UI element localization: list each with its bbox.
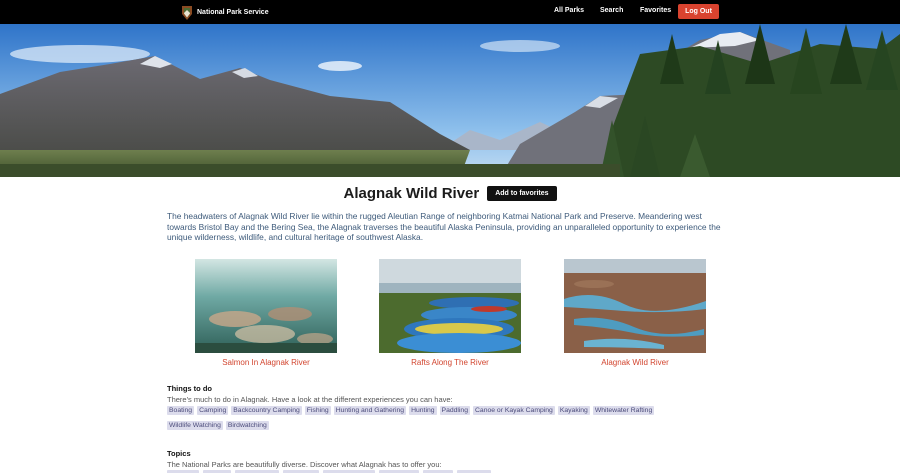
gallery-caption-river[interactable]: Alagnak Wild River	[564, 358, 706, 367]
tag-birdwatching[interactable]: Birdwatching	[225, 421, 269, 430]
page-title: Alagnak Wild River	[343, 184, 480, 202]
tag-wildlife-watching[interactable]: Wildlife Watching	[167, 421, 223, 430]
river-aerial-photo[interactable]	[564, 259, 706, 353]
gallery-item-rafts: Rafts Along The River	[379, 259, 521, 367]
mountain-landscape-image	[0, 24, 900, 177]
gallery-caption-rafts[interactable]: Rafts Along The River	[379, 358, 521, 367]
topics-subtitle: The National Parks are beautifully diver…	[167, 460, 442, 469]
gallery-caption-salmon[interactable]: Salmon In Alagnak River	[195, 358, 337, 367]
gallery-item-river: Alagnak Wild River	[564, 259, 706, 367]
brand-name: National Park Service	[197, 8, 269, 16]
tag-hunting-and-gathering[interactable]: Hunting and Gathering	[333, 406, 407, 415]
nps-arrowhead-icon	[182, 5, 192, 20]
tag-paddling[interactable]: Paddling	[439, 406, 470, 415]
things-to-do-subtitle: There's much to do in Alagnak. Have a lo…	[167, 395, 453, 404]
brand[interactable]: National Park Service	[181, 4, 269, 20]
tag-boating[interactable]: Boating	[167, 406, 195, 415]
tag-hunting[interactable]: Hunting	[409, 406, 437, 415]
top-nav: National Park Service All Parks Search F…	[0, 0, 900, 24]
add-to-favorites-button[interactable]: Add to favorites	[487, 185, 557, 201]
tag-whitewater-rafting[interactable]: Whitewater Rafting	[592, 406, 655, 415]
park-description: The headwaters of Alagnak Wild River lie…	[167, 211, 721, 242]
tag-camping[interactable]: Camping	[197, 406, 229, 415]
nav-search[interactable]: Search	[600, 7, 623, 14]
tag-backcountry-camping[interactable]: Backcountry Camping	[231, 406, 302, 415]
title-row: Alagnak Wild River Add to favorites	[0, 182, 900, 204]
topics-title: Topics	[167, 449, 191, 458]
gallery-item-salmon: Salmon In Alagnak River	[195, 259, 337, 367]
things-to-do-title: Things to do	[167, 384, 212, 393]
salmon-photo[interactable]	[195, 259, 337, 353]
tag-kayaking[interactable]: Kayaking	[557, 406, 590, 415]
activity-tags: Boating Camping Backcountry Camping Fish…	[167, 406, 667, 430]
nav-all-parks[interactable]: All Parks	[554, 7, 584, 14]
logout-button[interactable]: Log Out	[678, 4, 719, 19]
tag-fishing[interactable]: Fishing	[304, 406, 331, 415]
hero-banner	[0, 24, 900, 177]
rafts-photo[interactable]	[379, 259, 521, 353]
tag-canoe-or-kayak-camping[interactable]: Canoe or Kayak Camping	[473, 406, 555, 415]
nav-favorites[interactable]: Favorites	[640, 7, 671, 14]
